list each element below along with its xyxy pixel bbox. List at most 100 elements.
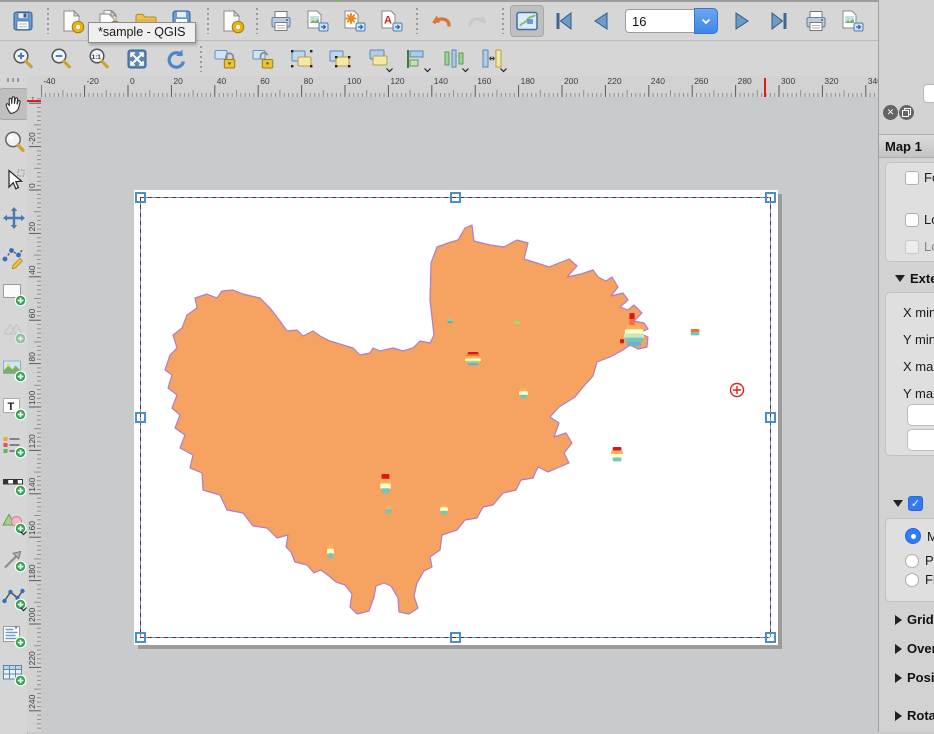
add-legend-button[interactable] xyxy=(0,430,28,462)
checkbox[interactable] xyxy=(905,213,919,227)
add-node-item-button[interactable] xyxy=(0,582,28,614)
unlock-items-button[interactable] xyxy=(247,43,281,75)
svg-text:60: 60 xyxy=(27,308,37,318)
combo-dropdown-button[interactable] xyxy=(694,8,718,34)
add-shape-button[interactable] xyxy=(0,506,28,538)
svg-text:220: 220 xyxy=(607,76,621,86)
first-icon xyxy=(551,8,577,34)
selection-handle[interactable] xyxy=(135,632,146,643)
collapsed-group-header[interactable]: Rotation xyxy=(895,708,934,723)
export-image-icon xyxy=(840,8,866,34)
redo-button[interactable] xyxy=(461,5,495,37)
extents-group-header[interactable]: Extents xyxy=(895,271,934,286)
radio-button[interactable] xyxy=(905,528,921,544)
selection-handle[interactable] xyxy=(765,412,776,423)
print-atlas-button[interactable] xyxy=(799,5,833,37)
pan-layout-button[interactable] xyxy=(0,88,28,120)
add-map-icon xyxy=(1,281,27,307)
zoom-full-button[interactable] xyxy=(120,43,154,75)
expand-arrow-icon xyxy=(895,673,902,683)
radio-label: Predefined scale (best fit) xyxy=(925,553,934,568)
panel-close-button[interactable]: ✕ xyxy=(883,105,898,120)
add-map-button[interactable] xyxy=(0,278,28,310)
export-atlas-image-button[interactable] xyxy=(836,5,870,37)
controlled-by-atlas-header[interactable]: ✓ xyxy=(893,496,923,511)
export-as-image-button[interactable] xyxy=(301,5,335,37)
selection-handle[interactable] xyxy=(450,632,461,643)
expand-arrow-icon xyxy=(895,711,902,721)
distribute-items-button[interactable] xyxy=(437,43,471,75)
selection-handle[interactable] xyxy=(450,192,461,203)
collapsed-group-header[interactable]: Grids xyxy=(895,612,934,627)
refresh-view-button[interactable] xyxy=(158,43,192,75)
add-label-button[interactable]: T xyxy=(0,392,28,424)
align-items-button[interactable] xyxy=(399,43,433,75)
layout-canvas[interactable] xyxy=(41,97,878,732)
svg-text:240: 240 xyxy=(651,76,665,86)
new-layout-button[interactable] xyxy=(55,5,89,37)
resize-items-button[interactable] xyxy=(475,43,509,75)
panel-float-button[interactable] xyxy=(899,105,914,120)
add-attribute-table-button[interactable] xyxy=(0,658,28,690)
view-extent-in-map-canvas-button[interactable] xyxy=(907,429,934,451)
svg-text:100: 100 xyxy=(347,76,361,86)
selection-handle[interactable] xyxy=(765,632,776,643)
new-report-button[interactable] xyxy=(215,5,249,37)
selection-handle[interactable] xyxy=(135,192,146,203)
add-picture-button[interactable] xyxy=(0,354,28,386)
export-as-pdf-button[interactable]: A xyxy=(375,5,409,37)
add-scalebar-icon xyxy=(1,471,27,497)
atlas-group-checkbox[interactable]: ✓ xyxy=(908,496,923,511)
vertical-ruler[interactable]: -40-20020406080100120140160180200220240 xyxy=(27,97,42,732)
expand-arrow-icon xyxy=(895,644,902,654)
toolbar-drag-handle[interactable] xyxy=(7,78,21,82)
radio-button[interactable] xyxy=(905,573,919,587)
undo-button[interactable] xyxy=(424,5,458,37)
checkbox[interactable] xyxy=(905,171,919,185)
last-feature-button[interactable] xyxy=(762,5,796,37)
radio-button[interactable] xyxy=(905,554,919,568)
zoom-in-button[interactable] xyxy=(6,43,40,75)
previous-feature-button[interactable] xyxy=(584,5,618,37)
expand-arrow-icon xyxy=(895,615,902,625)
zoom-tool-button[interactable] xyxy=(0,126,28,158)
save-project-button[interactable] xyxy=(6,5,40,37)
set-to-map-canvas-extent-button[interactable] xyxy=(907,404,934,426)
ruler-corner xyxy=(27,76,42,98)
collapsed-group-header[interactable]: Overviews xyxy=(895,641,934,656)
preview-atlas-button[interactable] xyxy=(510,5,544,37)
group-items-button[interactable] xyxy=(285,43,319,75)
add-3d-map-button[interactable] xyxy=(0,316,28,348)
print-layout-button[interactable] xyxy=(264,5,298,37)
zoom-actual-button[interactable]: 1:1 xyxy=(82,43,116,75)
collapsed-group-header[interactable]: Position and size xyxy=(895,670,934,685)
add-3d-icon xyxy=(1,319,27,345)
select-move-item-button[interactable] xyxy=(0,164,28,196)
raise-items-button[interactable] xyxy=(361,43,395,75)
selection-handle[interactable] xyxy=(765,192,776,203)
panel-tab-button[interactable] xyxy=(923,84,934,103)
ungroup-items-button[interactable] xyxy=(323,43,357,75)
move-item-content-button[interactable] xyxy=(0,202,28,234)
lock-items-button[interactable] xyxy=(209,43,243,75)
svg-text:A: A xyxy=(384,15,392,27)
zoom-out-icon xyxy=(48,46,74,72)
horizontal-ruler[interactable]: -40-200204060801001201401601802002202402… xyxy=(41,76,878,98)
add-html-button[interactable] xyxy=(0,620,28,652)
first-feature-button[interactable] xyxy=(547,5,581,37)
edit-nodes-item-button[interactable] xyxy=(0,240,28,272)
add-arrow-button[interactable] xyxy=(0,544,28,576)
export-as-svg-button[interactable] xyxy=(338,5,372,37)
zoom-out-button[interactable] xyxy=(44,43,78,75)
next-feature-button[interactable] xyxy=(725,5,759,37)
svg-text:280: 280 xyxy=(738,76,752,86)
atlas-feature-value[interactable]: 16 xyxy=(625,9,694,33)
svg-text:-20: -20 xyxy=(27,132,37,145)
add-scalebar-button[interactable] xyxy=(0,468,28,500)
atlas-feature-combo[interactable]: 16 xyxy=(625,9,718,33)
atlas-icon xyxy=(514,8,540,34)
radio-label: Fixed scale xyxy=(925,572,934,587)
selection-handle[interactable] xyxy=(135,412,146,423)
export-svg-icon xyxy=(342,8,368,34)
export-image-icon xyxy=(305,8,331,34)
